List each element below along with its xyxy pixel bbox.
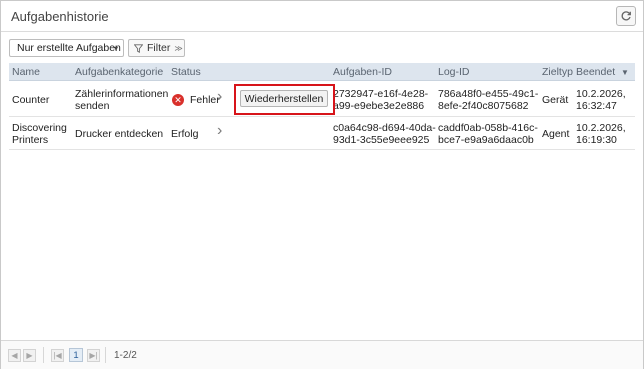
task-id-line: 2732947-e16f-4e28- xyxy=(333,88,429,100)
error-icon: ✕ xyxy=(172,94,184,106)
task-id-line: c0a64c98-d694-40da- xyxy=(333,122,436,134)
chevron-right-icon[interactable]: › xyxy=(217,122,222,140)
target-type: Agent xyxy=(542,128,570,140)
divider xyxy=(105,347,106,363)
status-text: Erfolg xyxy=(171,128,199,140)
refresh-icon xyxy=(621,11,631,21)
window-title: Aufgabenhistorie xyxy=(11,9,109,24)
scroll-right-icon[interactable]: ▶ xyxy=(23,349,36,362)
sort-desc-icon: ▼ xyxy=(621,68,629,77)
filter-icon xyxy=(134,43,143,53)
target-type: Gerät xyxy=(542,94,569,106)
divider xyxy=(43,347,44,363)
column-header-task-id[interactable]: Aufgaben-ID xyxy=(333,66,392,78)
log-id-line: bce7-e9a9a6daac0b xyxy=(438,134,534,146)
log-id-line: 786a48f0-e455-49c1- xyxy=(438,88,539,100)
task-history-window: Aufgabenhistorie Nur erstellte Aufgaben … xyxy=(0,0,644,369)
log-id: caddf0ab-058b-416c- bce7-e9a9a6daac0b xyxy=(438,122,538,146)
column-header-finished[interactable]: Beendet ▼ xyxy=(576,66,629,78)
finished-date: 10.2.2026, xyxy=(576,88,626,100)
log-id-line: 8efe-2f40c8075682 xyxy=(438,100,529,112)
column-header-target-type[interactable]: Zieltyp xyxy=(542,66,573,78)
finished-time: 10.2.2026, 16:19:30 xyxy=(576,122,626,146)
page-range: 1-2/2 xyxy=(114,350,137,361)
status-text: Fehler xyxy=(190,94,220,106)
filter-button[interactable]: Filter ≫ xyxy=(128,39,185,57)
task-name-line: Printers xyxy=(12,134,49,146)
task-id-line: a99-e9ebe3e2e886 xyxy=(333,100,425,112)
view-select-value: Nur erstellte Aufgaben xyxy=(17,42,121,54)
refresh-button[interactable] xyxy=(616,6,636,26)
log-id-line: caddf0ab-058b-416c- xyxy=(438,122,538,134)
pagination-bar: ◀ ▶ |◀ 1 ▶| 1-2/2 xyxy=(1,340,643,369)
table-row[interactable]: Discovering Printers Drucker entdecken E… xyxy=(9,117,635,150)
category-line: senden xyxy=(75,100,110,112)
current-page[interactable]: 1 xyxy=(69,348,83,362)
task-category: Zählerinformationen senden xyxy=(75,88,168,112)
double-chevron-down-icon: ≫ xyxy=(174,43,183,53)
category-line: Zählerinformationen xyxy=(75,88,169,100)
task-name-line: Discovering xyxy=(12,122,67,134)
log-id: 786a48f0-e455-49c1- 8efe-2f40c8075682 xyxy=(438,88,538,112)
column-header-log-id[interactable]: Log-ID xyxy=(438,66,470,78)
finished-date: 10.2.2026, xyxy=(576,122,626,134)
scroll-left-icon[interactable]: ◀ xyxy=(8,349,21,362)
column-header-category[interactable]: Aufgabenkategorie xyxy=(75,66,163,78)
chevron-down-icon: ▾ xyxy=(113,44,118,53)
task-category: Drucker entdecken xyxy=(75,128,164,140)
column-header-name[interactable]: Name xyxy=(12,66,40,78)
table-header: Name Aufgabenkategorie Status Aufgaben-I… xyxy=(9,63,635,81)
chevron-right-icon[interactable]: › xyxy=(217,88,222,106)
task-id-line: 93d1-3c55e9eee925 xyxy=(333,134,430,146)
title-bar: Aufgabenhistorie xyxy=(1,1,643,32)
last-page-icon[interactable]: ▶| xyxy=(87,349,100,362)
filter-label: Filter xyxy=(147,42,171,54)
task-name: Discovering Printers xyxy=(12,122,67,146)
toolbar: Nur erstellte Aufgaben ▾ Filter ≫ xyxy=(1,32,643,62)
first-page-icon[interactable]: |◀ xyxy=(51,349,64,362)
column-header-status[interactable]: Status xyxy=(171,66,201,78)
finished-time: 10.2.2026, 16:32:47 xyxy=(576,88,626,112)
task-name: Counter xyxy=(12,94,50,106)
task-id: 2732947-e16f-4e28- a99-e9ebe3e2e886 xyxy=(333,88,428,112)
finished-clock: 16:19:30 xyxy=(576,134,617,146)
column-header-finished-label: Beendet xyxy=(576,66,616,78)
view-select[interactable]: Nur erstellte Aufgaben ▾ xyxy=(9,39,124,57)
task-id: c0a64c98-d694-40da- 93d1-3c55e9eee925 xyxy=(333,122,436,146)
finished-clock: 16:32:47 xyxy=(576,100,617,112)
highlight-box xyxy=(234,84,335,115)
